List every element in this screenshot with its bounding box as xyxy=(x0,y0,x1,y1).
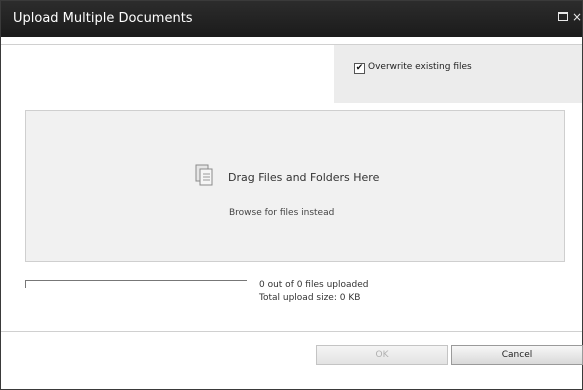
cancel-button[interactable]: Cancel xyxy=(451,345,583,365)
ok-button[interactable]: OK xyxy=(316,345,448,365)
overwrite-label[interactable]: Overwrite existing files xyxy=(368,62,472,72)
maximize-icon[interactable] xyxy=(556,10,570,24)
footer-divider xyxy=(1,331,582,332)
dialog-titlebar: Upload Multiple Documents × xyxy=(1,1,582,37)
files-uploaded-count: 0 out of 0 files uploaded xyxy=(259,280,369,290)
close-icon[interactable]: × xyxy=(570,10,583,24)
total-upload-size: Total upload size: 0 KB xyxy=(259,293,361,303)
dialog-title: Upload Multiple Documents xyxy=(13,11,193,26)
drop-zone[interactable]: Drag Files and Folders Here Browse for f… xyxy=(25,110,565,262)
overwrite-checkbox[interactable]: ✔ xyxy=(354,63,365,74)
options-panel: ✔ Overwrite existing files xyxy=(334,45,582,103)
documents-icon xyxy=(195,164,213,186)
upload-progress-bar xyxy=(25,280,247,288)
drag-files-text: Drag Files and Folders Here xyxy=(228,171,380,184)
browse-files-link[interactable]: Browse for files instead xyxy=(229,208,334,218)
upload-dialog: Upload Multiple Documents × ✔ Overwrite … xyxy=(0,0,583,390)
